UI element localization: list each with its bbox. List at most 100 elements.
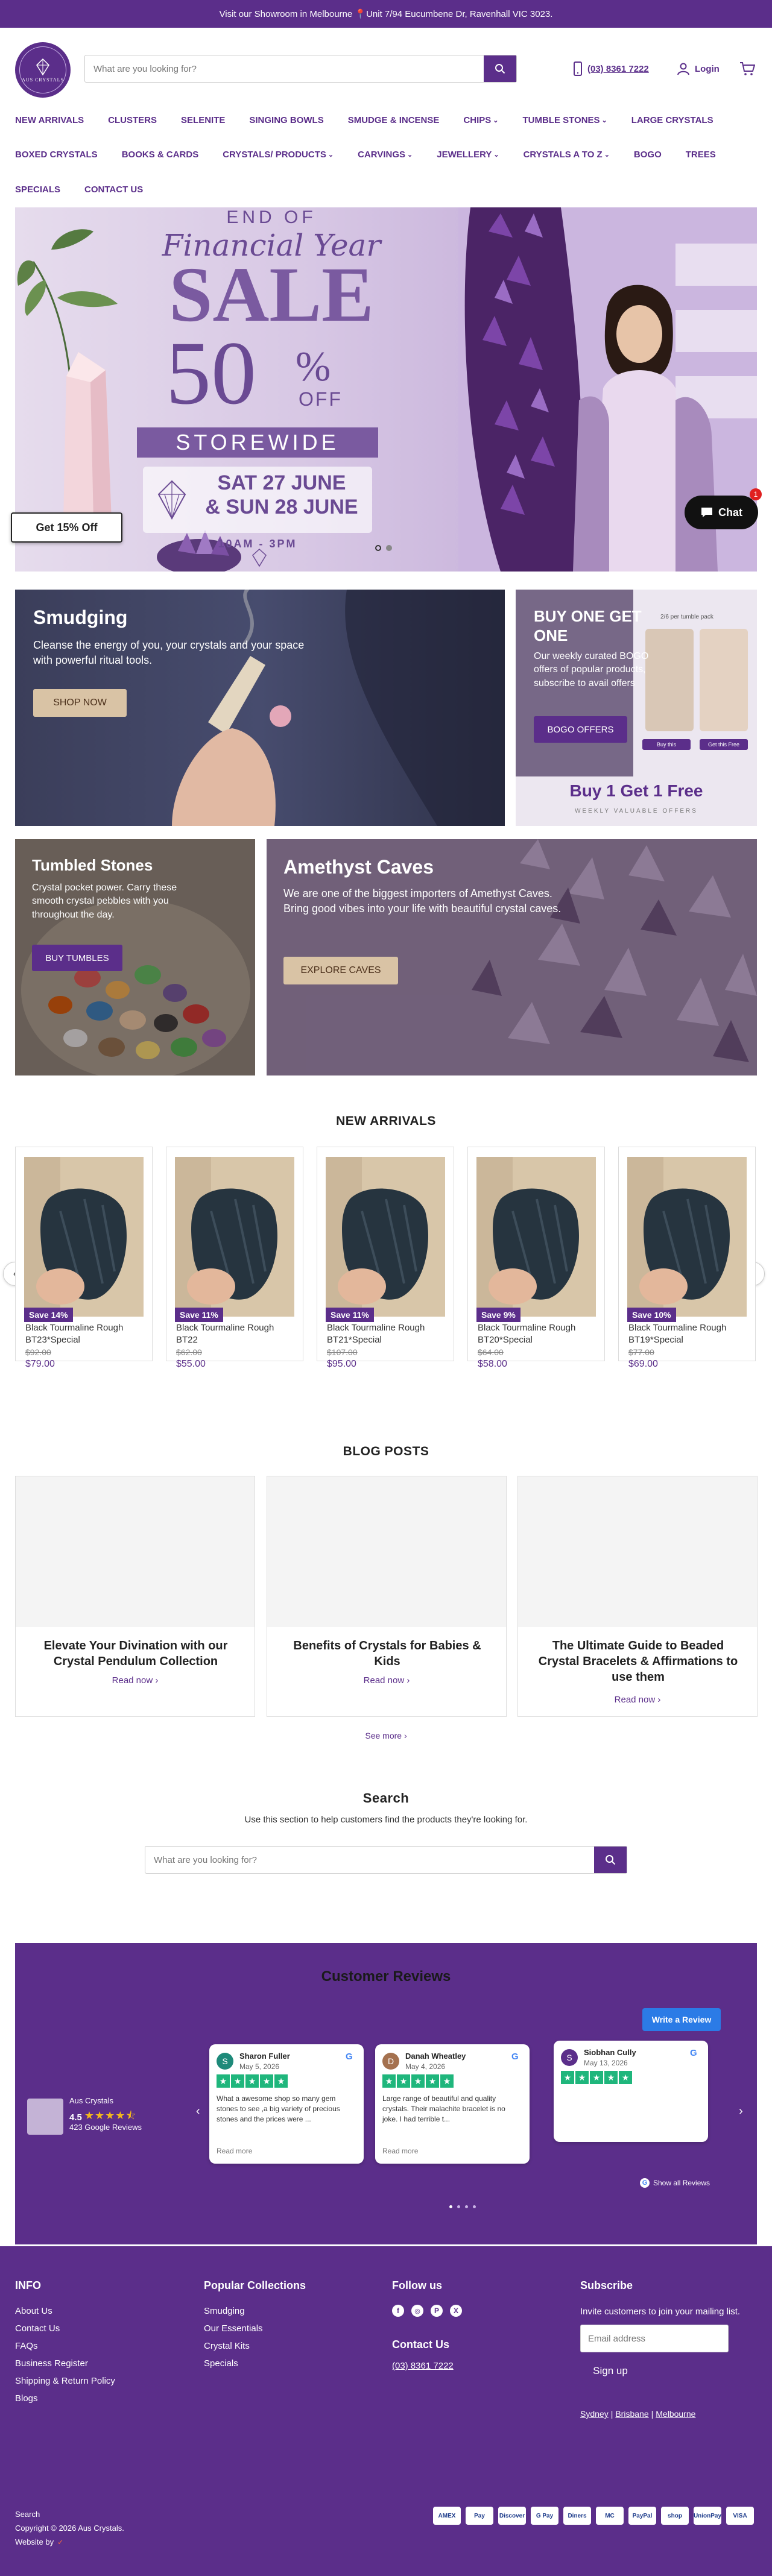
facebook-icon[interactable]: f bbox=[392, 2305, 404, 2317]
footer-info-link[interactable]: Contact Us bbox=[15, 2320, 166, 2337]
product-image[interactable] bbox=[175, 1157, 294, 1317]
nav-item-label[interactable]: BOGO bbox=[634, 150, 662, 160]
blog-read-now-link[interactable]: Read now › bbox=[267, 1675, 506, 1686]
site-logo[interactable]: AUS CRYSTALS bbox=[15, 42, 71, 98]
nav-item[interactable]: CLUSTERS bbox=[108, 115, 157, 125]
footer-info-link[interactable]: FAQs bbox=[15, 2337, 166, 2355]
section-search-input[interactable] bbox=[145, 1847, 594, 1873]
section-search-button[interactable] bbox=[594, 1847, 627, 1873]
nav-item-label[interactable]: NEW ARRIVALS bbox=[15, 115, 84, 125]
product-title[interactable]: Black Tourmaline Rough BT23*Special bbox=[25, 1322, 146, 1346]
footer-info-link[interactable]: Shipping & Return Policy bbox=[15, 2372, 166, 2390]
footer-info-link[interactable]: Blogs bbox=[15, 2390, 166, 2407]
footer-info-link[interactable]: About Us bbox=[15, 2302, 166, 2320]
blog-read-now-link[interactable]: Read now › bbox=[16, 1675, 255, 1686]
nav-item[interactable]: CRYSTALS/ PRODUCTS ⌄ bbox=[223, 150, 334, 160]
blog-title[interactable]: Benefits of Crystals for Babies & Kids bbox=[285, 1638, 489, 1669]
blog-image[interactable] bbox=[16, 1476, 255, 1627]
nav-item[interactable]: SINGING BOWLS bbox=[249, 115, 323, 125]
footer-email-input[interactable] bbox=[580, 2325, 729, 2352]
product-title[interactable]: Black Tourmaline Rough BT19*Special bbox=[628, 1322, 749, 1346]
blog-title[interactable]: Elevate Your Divination with our Crystal… bbox=[34, 1638, 238, 1669]
review-read-more-link[interactable]: Read more bbox=[382, 2147, 418, 2155]
nav-item[interactable]: NEW ARRIVALS bbox=[15, 115, 84, 125]
nav-item[interactable]: SELENITE bbox=[181, 115, 225, 125]
nav-item-label[interactable]: JEWELLERY bbox=[437, 150, 492, 160]
nav-item-label[interactable]: CRYSTALS A TO Z bbox=[524, 150, 603, 160]
product-title[interactable]: Black Tourmaline Rough BT22 bbox=[176, 1322, 297, 1346]
login-link[interactable]: Login bbox=[677, 60, 720, 77]
product-card[interactable]: Save 11% Black Tourmaline Rough BT22 $62.0… bbox=[166, 1147, 303, 1369]
product-title[interactable]: Black Tourmaline Rough BT21*Special bbox=[327, 1322, 448, 1346]
read-now-label[interactable]: Read now bbox=[112, 1675, 153, 1686]
blog-card[interactable]: Elevate Your Divination with our Crystal… bbox=[15, 1476, 255, 1717]
product-card[interactable]: Save 11% Black Tourmaline Rough BT21*Spec… bbox=[317, 1147, 454, 1369]
nav-item[interactable]: SPECIALS bbox=[15, 184, 60, 195]
nav-item-label[interactable]: TREES bbox=[686, 150, 716, 160]
nav-item[interactable]: BOOKS & CARDS bbox=[122, 150, 199, 160]
login-label[interactable]: Login bbox=[695, 64, 720, 74]
blog-image[interactable] bbox=[518, 1476, 757, 1627]
nav-item-label[interactable]: BOXED CRYSTALS bbox=[15, 150, 98, 160]
agency-logo-icon[interactable]: ✓ bbox=[57, 2538, 63, 2546]
blog-image[interactable] bbox=[267, 1476, 506, 1627]
tumbled-stones-promo[interactable]: Tumbled Stones Crystal pocket power. Car… bbox=[15, 839, 255, 1075]
nav-item-label[interactable]: CLUSTERS bbox=[108, 115, 157, 125]
nav-item-label[interactable]: SINGING BOWLS bbox=[249, 115, 323, 125]
bogo-offers-button[interactable]: BOGO OFFERS bbox=[534, 716, 627, 743]
footer-signup-button[interactable]: Sign up bbox=[580, 2358, 641, 2384]
bogo-promo[interactable]: 2/6 per tumble pack Buy this Get this Fr… bbox=[516, 590, 757, 826]
reviews-dot[interactable] bbox=[449, 2205, 452, 2208]
footer-popular-link[interactable]: Smudging bbox=[204, 2302, 355, 2320]
header-phone[interactable]: (03) 8361 7222 bbox=[573, 60, 649, 77]
show-all-reviews-link[interactable]: G Show all Reviews bbox=[640, 2178, 710, 2188]
show-all-reviews-label[interactable]: Show all Reviews bbox=[653, 2179, 710, 2187]
see-more-label[interactable]: See more bbox=[365, 1731, 402, 1740]
product-card[interactable]: Save 14% Black Tourmaline Rough BT23*Spec… bbox=[15, 1147, 153, 1369]
nav-item[interactable]: SMUDGE & INCENSE bbox=[348, 115, 440, 125]
footer-search-link[interactable]: Search bbox=[15, 2510, 40, 2519]
nav-item-label[interactable]: SELENITE bbox=[181, 115, 225, 125]
footer-city-link[interactable]: Sydney bbox=[580, 2409, 609, 2419]
buy-tumbles-button[interactable]: BUY TUMBLES bbox=[32, 945, 122, 971]
product-image[interactable] bbox=[476, 1157, 596, 1317]
footer-popular-link[interactable]: Crystal Kits bbox=[204, 2337, 355, 2355]
explore-caves-button[interactable]: EXPLORE CAVES bbox=[283, 957, 398, 984]
nav-item-label[interactable]: SPECIALS bbox=[15, 184, 60, 195]
pinterest-icon[interactable]: P bbox=[431, 2305, 443, 2317]
footer-popular-link[interactable]: Specials bbox=[204, 2355, 355, 2372]
header-search-button[interactable] bbox=[484, 55, 516, 82]
product-card[interactable]: Save 9% Black Tourmaline Rough BT20*Speci… bbox=[467, 1147, 605, 1369]
footer-city-link[interactable]: Brisbane bbox=[615, 2409, 648, 2419]
nav-item[interactable]: CHIPS ⌄ bbox=[463, 115, 498, 125]
blog-title[interactable]: The Ultimate Guide to Beaded Crystal Bra… bbox=[536, 1638, 740, 1685]
x-twitter-icon[interactable]: X bbox=[450, 2305, 462, 2317]
reviews-prev-button[interactable]: ‹ bbox=[196, 2105, 200, 2118]
see-more-link[interactable]: See more › bbox=[0, 1731, 772, 1740]
nav-item-label[interactable]: CARVINGS bbox=[358, 150, 405, 160]
nav-item-label[interactable]: TUMBLE STONES bbox=[522, 115, 600, 125]
reviews-next-button[interactable]: › bbox=[739, 2105, 743, 2118]
review-card[interactable]: S Siobhan Cully May 13, 2026 G ★ ★ ★ ★ ★ bbox=[554, 2041, 708, 2142]
nav-item[interactable]: TUMBLE STONES ⌄ bbox=[522, 115, 607, 125]
nav-item-label[interactable]: LARGE CRYSTALS bbox=[631, 115, 713, 125]
reviews-dot[interactable] bbox=[465, 2205, 468, 2208]
nav-item[interactable]: CONTACT US bbox=[84, 184, 143, 195]
reviews-dot[interactable] bbox=[457, 2205, 460, 2208]
header-phone-number[interactable]: (03) 8361 7222 bbox=[587, 64, 649, 74]
nav-item-label[interactable]: CHIPS bbox=[463, 115, 491, 125]
footer-popular-link[interactable]: Our Essentials bbox=[204, 2320, 355, 2337]
product-card[interactable]: Save 10% Black Tourmaline Rough BT19*Spec… bbox=[618, 1147, 756, 1369]
nav-item[interactable]: TREES bbox=[686, 150, 716, 160]
discount-popup-button[interactable]: Get 15% Off bbox=[11, 512, 122, 543]
instagram-icon[interactable]: ◎ bbox=[411, 2305, 423, 2317]
review-card[interactable]: D Danah Wheatley May 4, 2026 G ★ ★ ★ ★ ★ Large ra… bbox=[375, 2044, 530, 2164]
nav-item[interactable]: JEWELLERY ⌄ bbox=[437, 150, 499, 160]
footer-info-link[interactable]: Business Register bbox=[15, 2355, 166, 2372]
nav-item-label[interactable]: SMUDGE & INCENSE bbox=[348, 115, 440, 125]
footer-contact-phone[interactable]: (03) 8361 7222 bbox=[392, 2361, 454, 2371]
chat-button[interactable]: Chat bbox=[685, 496, 758, 529]
hero-slide-dot-2[interactable] bbox=[386, 545, 392, 551]
nav-item[interactable]: BOGO bbox=[634, 150, 662, 160]
review-card[interactable]: S Sharon Fuller May 5, 2026 G ★ ★ ★ ★ ★ What a aw… bbox=[209, 2044, 364, 2164]
